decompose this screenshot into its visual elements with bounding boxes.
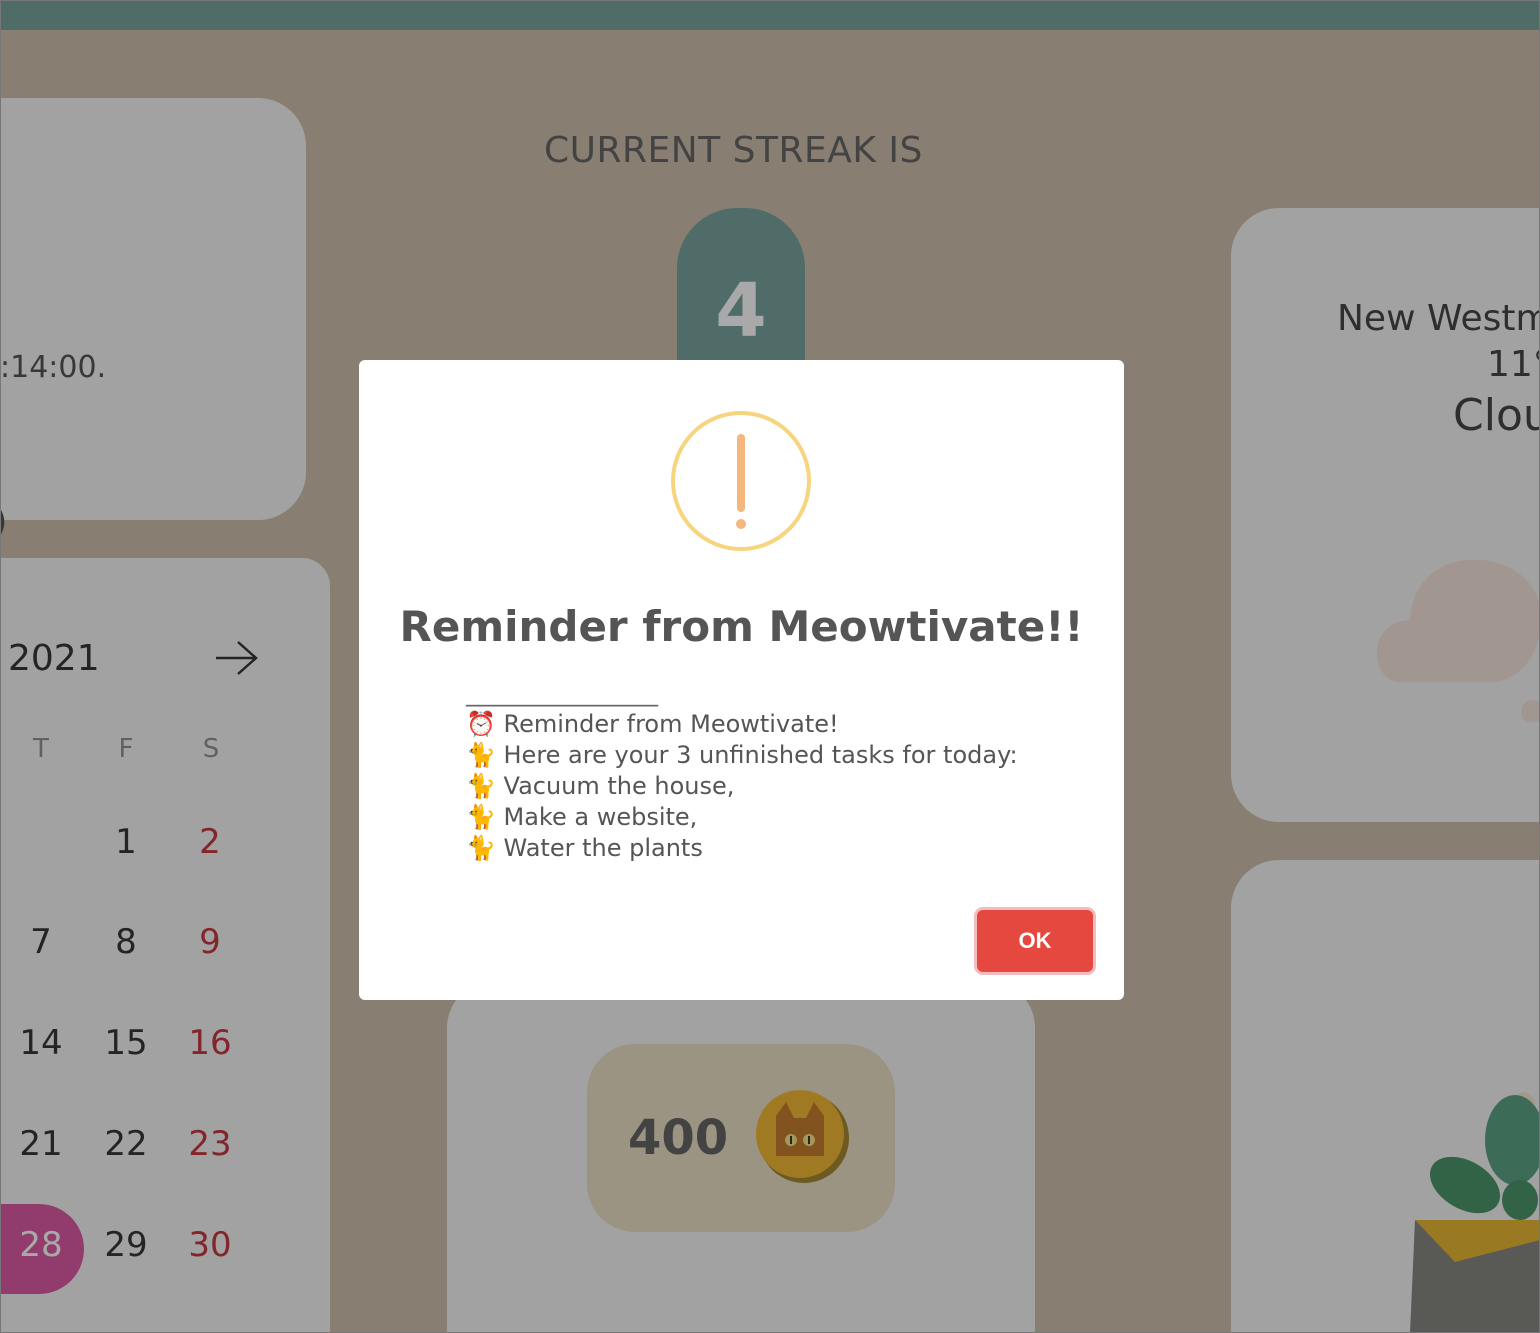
dialog-line: 🐈 Vacuum the house, [466,772,735,800]
app-background: :14:00. ) 2021 T F S 1278914151621222328… [0,0,1540,1333]
exclamation-icon [671,411,811,551]
dialog-message: ________________ ⏰ Reminder from Meowtiv… [466,678,1046,864]
dialog-title: Reminder from Meowtivate!! [399,602,1084,651]
dialog-line: ⏰ Reminder from Meowtivate! [466,710,839,738]
dialog-line: 🐈 Here are your 3 unfinished tasks for t… [466,741,1018,769]
reminder-dialog: Reminder from Meowtivate!! _____________… [359,360,1124,1000]
dialog-line: 🐈 Water the plants [466,834,703,862]
dialog-separator: ________________ [466,679,658,707]
ok-button[interactable]: OK [977,910,1093,972]
dialog-line: 🐈 Make a website, [466,803,698,831]
